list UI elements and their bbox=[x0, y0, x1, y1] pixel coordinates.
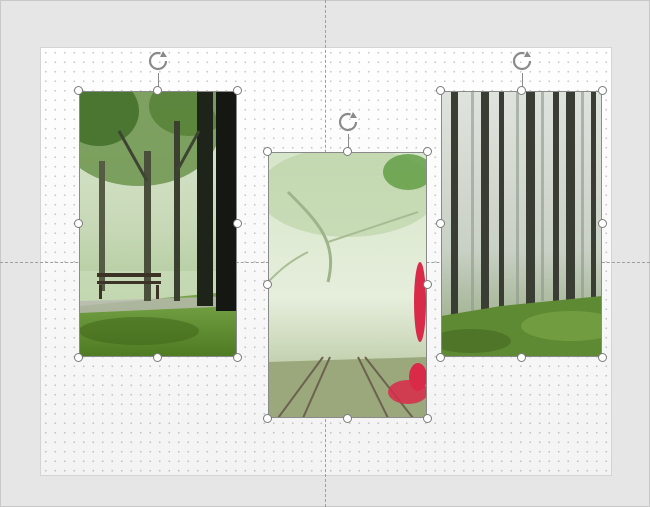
resize-handle-bottom[interactable] bbox=[343, 414, 352, 423]
misty-forest-image bbox=[441, 91, 602, 357]
picture-misty-railway[interactable] bbox=[263, 112, 432, 423]
rotate-handle-icon[interactable] bbox=[146, 49, 170, 73]
misty-railway-image bbox=[268, 152, 427, 418]
resize-handle-bottom-left[interactable] bbox=[436, 353, 445, 362]
park-bench-image bbox=[79, 91, 237, 357]
rotate-handle-icon[interactable] bbox=[510, 49, 534, 73]
rotate-handle-icon[interactable] bbox=[336, 110, 360, 134]
resize-handle-left[interactable] bbox=[263, 280, 272, 289]
resize-handle-top-left[interactable] bbox=[436, 86, 445, 95]
resize-handle-top-right[interactable] bbox=[233, 86, 242, 95]
resize-handle-bottom-right[interactable] bbox=[423, 414, 432, 423]
resize-handle-right[interactable] bbox=[423, 280, 432, 289]
resize-handle-bottom[interactable] bbox=[517, 353, 526, 362]
resize-handle-top[interactable] bbox=[343, 147, 352, 156]
resize-handle-top[interactable] bbox=[517, 86, 526, 95]
resize-handle-bottom-right[interactable] bbox=[233, 353, 242, 362]
resize-handle-right[interactable] bbox=[233, 219, 242, 228]
resize-handle-left[interactable] bbox=[74, 219, 83, 228]
resize-handle-top-right[interactable] bbox=[423, 147, 432, 156]
resize-handle-bottom-right[interactable] bbox=[598, 353, 607, 362]
resize-handle-top-right[interactable] bbox=[598, 86, 607, 95]
resize-handle-bottom-left[interactable] bbox=[263, 414, 272, 423]
resize-handle-bottom[interactable] bbox=[153, 353, 162, 362]
resize-handle-top-left[interactable] bbox=[263, 147, 272, 156]
picture-misty-forest[interactable] bbox=[436, 51, 607, 362]
resize-handle-right[interactable] bbox=[598, 219, 607, 228]
resize-handle-bottom-left[interactable] bbox=[74, 353, 83, 362]
picture-park-bench[interactable] bbox=[74, 51, 242, 362]
resize-handle-top-left[interactable] bbox=[74, 86, 83, 95]
resize-handle-top[interactable] bbox=[153, 86, 162, 95]
resize-handle-left[interactable] bbox=[436, 219, 445, 228]
